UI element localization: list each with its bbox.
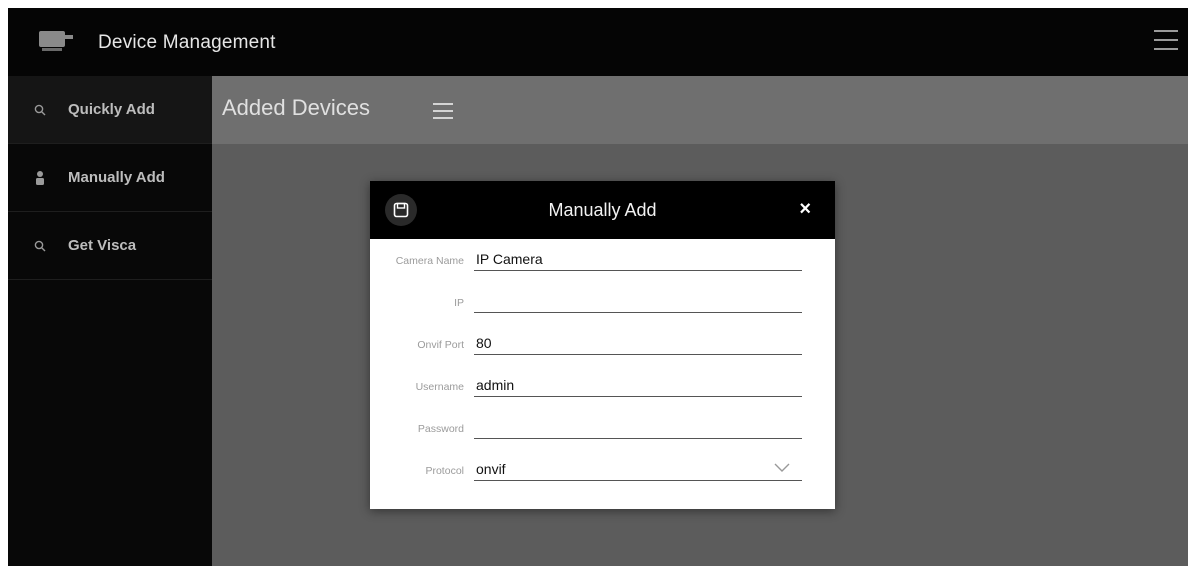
- onvif-port-input[interactable]: [474, 331, 802, 355]
- password-label: Password: [417, 423, 464, 435]
- camera-name-label: Camera Name: [395, 255, 464, 267]
- protocol-row: Protocol onvif: [370, 457, 835, 487]
- hamburger-menu-icon[interactable]: [433, 103, 453, 119]
- protocol-label: Protocol: [425, 465, 464, 477]
- hamburger-menu-icon[interactable]: [1154, 30, 1178, 52]
- sidebar-item-label: Quickly Add: [68, 101, 155, 118]
- search-icon: [28, 240, 52, 252]
- dialog-title: Manually Add: [548, 200, 657, 220]
- onvif-port-label: Onvif Port: [417, 339, 464, 351]
- search-icon: [28, 104, 52, 116]
- top-bar: Device Management: [8, 8, 1188, 76]
- sidebar-item-manually-add[interactable]: Manually Add: [8, 144, 212, 212]
- sidebar-item-label: Manually Add: [68, 169, 165, 186]
- sidebar-item-get-visca[interactable]: Get Visca: [8, 212, 212, 280]
- camera-name-row: Camera Name: [370, 247, 835, 277]
- manually-add-dialog: Manually Add × Camera Name IP Onvif Port…: [370, 181, 835, 509]
- username-label: Username: [415, 381, 464, 393]
- ip-input[interactable]: [474, 289, 802, 313]
- sidebar: Quickly Add Manually Add Get Visca: [8, 76, 212, 566]
- password-row: Password: [370, 415, 835, 445]
- username-input[interactable]: [474, 373, 802, 397]
- app-window: Device Management Quickly Add Manually A…: [8, 8, 1188, 566]
- dialog-header: Manually Add ×: [370, 181, 835, 239]
- ip-label: IP: [454, 297, 464, 309]
- camera-icon: [39, 31, 73, 51]
- app-title: Device Management: [98, 32, 276, 53]
- protocol-value: onvif: [476, 461, 506, 477]
- person-icon: [28, 170, 52, 186]
- password-input[interactable]: [474, 415, 802, 439]
- sidebar-item-label: Get Visca: [68, 237, 137, 254]
- username-row: Username: [370, 373, 835, 403]
- ip-row: IP: [370, 289, 835, 319]
- camera-name-input[interactable]: [474, 247, 802, 271]
- protocol-select[interactable]: onvif: [474, 457, 802, 481]
- content-header: Added Devices: [212, 76, 1188, 144]
- close-button[interactable]: ×: [799, 199, 811, 219]
- onvif-port-row: Onvif Port: [370, 331, 835, 361]
- sidebar-item-quickly-add[interactable]: Quickly Add: [8, 76, 212, 144]
- page-title: Added Devices: [222, 95, 370, 120]
- chevron-down-icon: [774, 463, 790, 472]
